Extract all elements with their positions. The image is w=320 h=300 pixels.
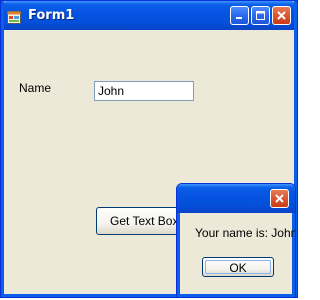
maximize-icon [255, 6, 266, 25]
message-box-close-button[interactable] [270, 189, 289, 208]
close-button[interactable] [272, 6, 291, 25]
close-icon [276, 6, 287, 25]
minimize-button[interactable] [230, 6, 249, 25]
minimize-icon [234, 6, 245, 25]
form-app-icon [7, 9, 21, 24]
message-box: Your name is: John OK [176, 183, 296, 298]
name-input[interactable] [94, 81, 194, 101]
message-box-frame-bottom [177, 294, 295, 297]
name-label: Name [19, 81, 52, 95]
ok-button[interactable]: OK [202, 257, 274, 277]
window-title: Form1 [28, 8, 75, 23]
maximize-button[interactable] [251, 6, 270, 25]
message-text: Your name is: John [195, 226, 296, 240]
message-box-frame-left [177, 213, 180, 297]
close-icon [274, 189, 285, 208]
message-box-title-bar[interactable] [177, 184, 295, 213]
title-bar[interactable]: Form1 [1, 1, 297, 30]
